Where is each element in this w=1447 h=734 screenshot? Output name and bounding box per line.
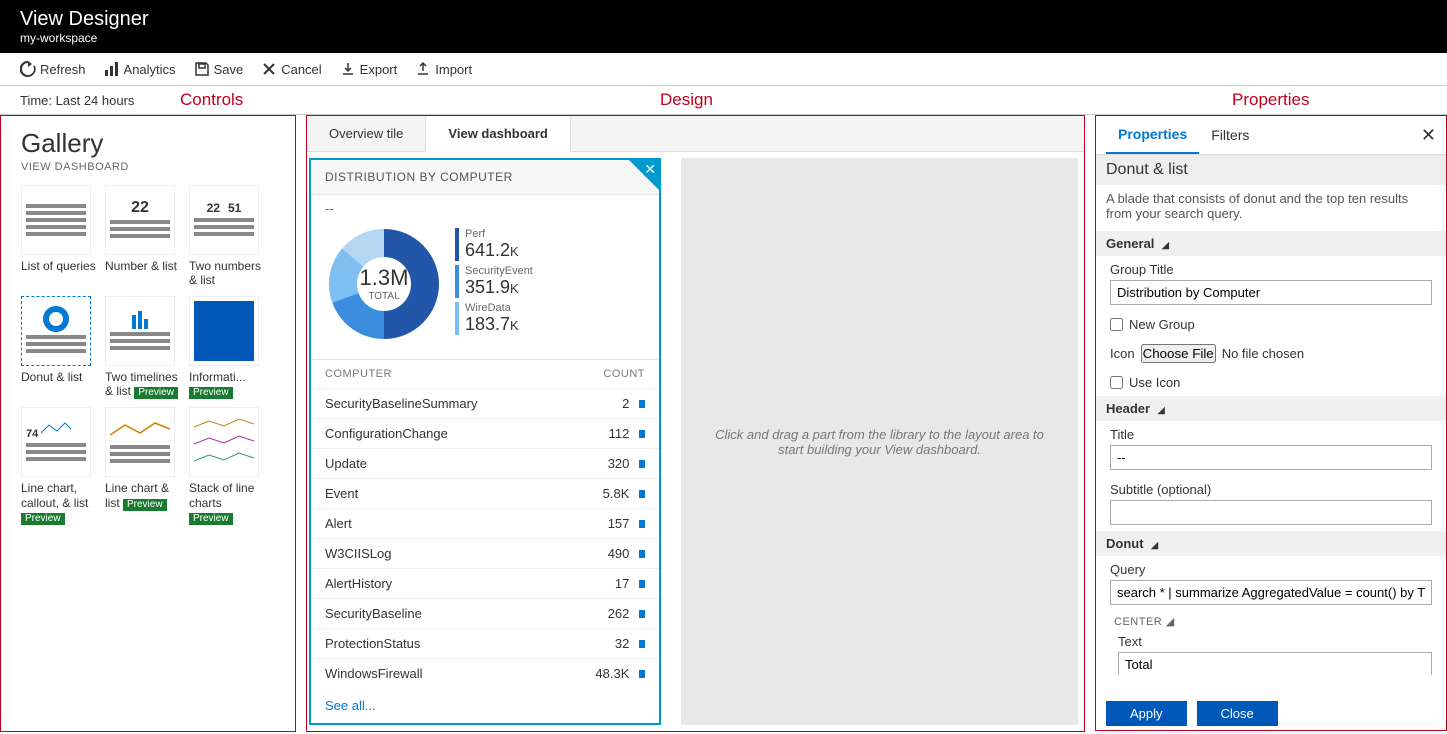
- import-button[interactable]: Import: [415, 61, 472, 77]
- center-text-label: Text: [1118, 634, 1432, 649]
- legend-row: WireData183.7K: [455, 302, 533, 335]
- gallery-item[interactable]: 74 Line chart, callout, & list Preview: [21, 407, 99, 525]
- table-row[interactable]: Event5.8K: [311, 478, 659, 508]
- tile-title: DISTRIBUTION BY COMPUTER: [311, 160, 659, 195]
- gallery-item[interactable]: Stack of line charts Preview: [189, 407, 267, 525]
- table-header: COMPUTER COUNT: [311, 360, 659, 388]
- main-area: Gallery VIEW DASHBOARD List of queries22…: [0, 114, 1447, 732]
- table-row[interactable]: SecurityBaselineSummary2: [311, 388, 659, 418]
- header-title-label: Title: [1110, 427, 1432, 442]
- icon-label: Icon: [1110, 346, 1135, 361]
- controls-annotation: Controls: [180, 90, 243, 110]
- tab-filters[interactable]: Filters: [1199, 117, 1261, 153]
- gallery-item[interactable]: Two timelines & list Preview: [105, 296, 183, 399]
- no-file-label: No file chosen: [1222, 346, 1304, 361]
- import-icon: [415, 61, 431, 77]
- refresh-icon: [20, 61, 36, 77]
- prop-type-title: Donut & list: [1096, 155, 1446, 185]
- new-group-checkbox[interactable]: [1110, 318, 1123, 331]
- gallery-grid: List of queries22Number & list2251Two nu…: [21, 185, 275, 525]
- controls-panel: Gallery VIEW DASHBOARD List of queries22…: [0, 115, 296, 732]
- tab-overview-tile[interactable]: Overview tile: [307, 116, 426, 151]
- legend-row: Perf641.2K: [455, 228, 533, 261]
- save-button[interactable]: Save: [194, 61, 244, 77]
- analytics-icon: [104, 61, 120, 77]
- properties-annotation: Properties: [1232, 90, 1309, 110]
- table-row[interactable]: WindowsFirewall48.3K: [311, 658, 659, 688]
- properties-buttons: Apply Close: [1096, 697, 1446, 730]
- gallery-title: Gallery: [21, 128, 275, 159]
- gallery-item[interactable]: 22Number & list: [105, 185, 183, 288]
- gallery-item[interactable]: 2251Two numbers & list: [189, 185, 267, 288]
- header-title-input[interactable]: [1110, 445, 1432, 470]
- group-title-input[interactable]: [1110, 280, 1432, 305]
- design-annotation: Design: [660, 90, 713, 110]
- toolbar: Refresh Analytics Save Cancel Export Imp…: [0, 53, 1447, 86]
- query-label: Query: [1110, 562, 1432, 577]
- cancel-button[interactable]: Cancel: [261, 61, 321, 77]
- analytics-button[interactable]: Analytics: [104, 61, 176, 77]
- design-tabs: Overview tile View dashboard: [307, 116, 1084, 152]
- design-panel: Overview tile View dashboard ✕ DISTRIBUT…: [306, 115, 1085, 732]
- close-button[interactable]: Close: [1197, 701, 1278, 726]
- close-properties-icon[interactable]: ✕: [1421, 125, 1436, 146]
- header-subtitle-label: Subtitle (optional): [1110, 482, 1432, 497]
- table-body: SecurityBaselineSummary2 ConfigurationCh…: [311, 388, 659, 688]
- tile-subtitle: --: [311, 195, 659, 216]
- gallery-item[interactable]: List of queries: [21, 185, 99, 288]
- section-general[interactable]: General: [1096, 231, 1446, 256]
- prop-description: A blade that consists of donut and the t…: [1096, 191, 1446, 231]
- table-row[interactable]: W3CIISLog490: [311, 538, 659, 568]
- gallery-item[interactable]: Informati... Preview: [189, 296, 267, 399]
- refresh-button[interactable]: Refresh: [20, 61, 86, 77]
- tab-view-dashboard[interactable]: View dashboard: [426, 116, 570, 152]
- table-row[interactable]: AlertHistory17: [311, 568, 659, 598]
- table-row[interactable]: ProtectionStatus32: [311, 628, 659, 658]
- donut-chart: 1.3M TOTAL: [329, 229, 439, 339]
- donut-center: 1.3M TOTAL: [329, 229, 439, 339]
- see-all-link[interactable]: See all...: [311, 688, 659, 723]
- center-section-label[interactable]: CENTER ◢: [1096, 611, 1446, 628]
- new-group-label: New Group: [1129, 317, 1195, 332]
- close-icon[interactable]: ✕: [644, 161, 656, 178]
- workspace-name: my-workspace: [20, 31, 1427, 45]
- donut-list-tile[interactable]: ✕ DISTRIBUTION BY COMPUTER -- 1.3M TOTAL…: [309, 158, 661, 725]
- legend-row: SecurityEvent351.9K: [455, 265, 533, 298]
- annotation-row: Time: Last 24 hours Controls Design Prop…: [0, 86, 1447, 114]
- table-row[interactable]: Alert157: [311, 508, 659, 538]
- gallery-item[interactable]: Line chart & list Preview: [105, 407, 183, 525]
- export-icon: [340, 61, 356, 77]
- table-row[interactable]: ConfigurationChange112: [311, 418, 659, 448]
- section-header[interactable]: Header: [1096, 396, 1446, 421]
- donut-legend: Perf641.2K SecurityEvent351.9K WireData183…: [455, 228, 533, 339]
- use-icon-label: Use Icon: [1129, 375, 1180, 390]
- export-button[interactable]: Export: [340, 61, 398, 77]
- cancel-icon: [261, 61, 277, 77]
- properties-tabs: Properties Filters ✕: [1096, 116, 1446, 155]
- section-donut[interactable]: Donut: [1096, 531, 1446, 556]
- apply-button[interactable]: Apply: [1106, 701, 1187, 726]
- use-icon-checkbox[interactable]: [1110, 376, 1123, 389]
- table-row[interactable]: Update320: [311, 448, 659, 478]
- center-text-input[interactable]: [1118, 652, 1432, 675]
- app-header: View Designer my-workspace: [0, 0, 1447, 53]
- header-subtitle-input[interactable]: [1110, 500, 1432, 525]
- choose-file-button[interactable]: Choose File: [1141, 344, 1216, 363]
- group-title-label: Group Title: [1110, 262, 1432, 277]
- time-range[interactable]: Time: Last 24 hours: [20, 93, 134, 108]
- tab-properties[interactable]: Properties: [1106, 116, 1199, 154]
- drop-zone[interactable]: Click and drag a part from the library t…: [681, 158, 1078, 725]
- table-row[interactable]: SecurityBaseline262: [311, 598, 659, 628]
- gallery-subtitle: VIEW DASHBOARD: [21, 161, 275, 173]
- gallery-item[interactable]: Donut & list: [21, 296, 99, 399]
- page-title: View Designer: [20, 8, 1427, 31]
- query-input[interactable]: [1110, 580, 1432, 605]
- save-icon: [194, 61, 210, 77]
- properties-panel: Properties Filters ✕ Donut & list A blad…: [1095, 115, 1447, 732]
